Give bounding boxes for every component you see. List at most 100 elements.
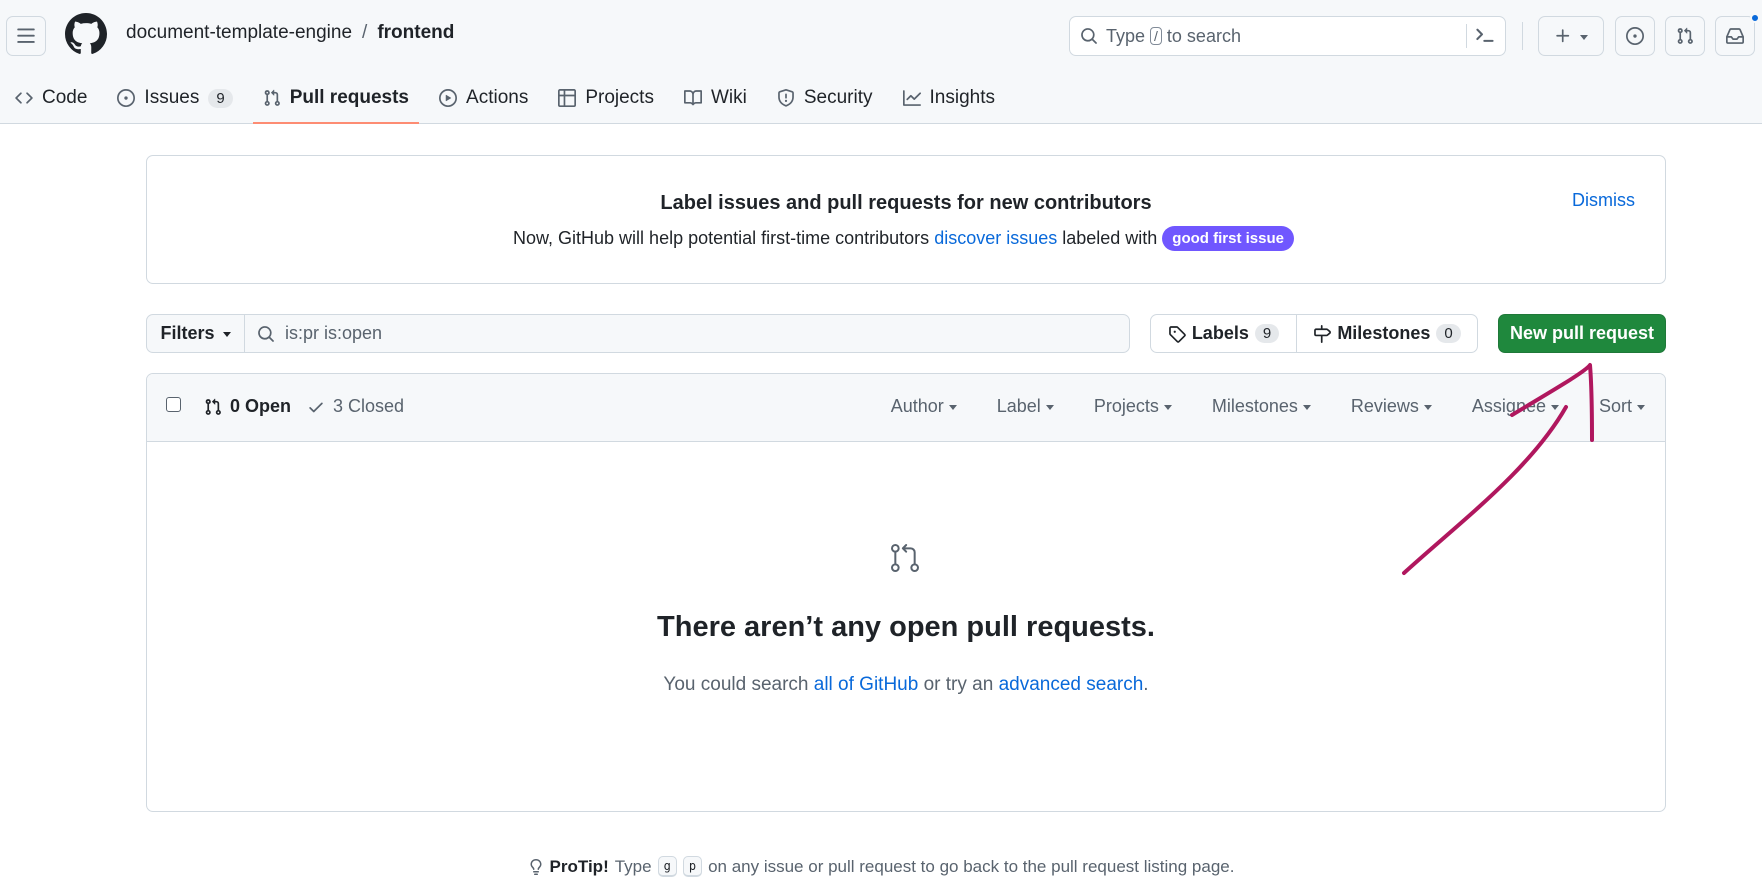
open-filter-link[interactable]: 0 Open: [204, 396, 291, 417]
tab-issues[interactable]: Issues 9: [107, 76, 242, 120]
shield-icon: [777, 89, 794, 107]
dismiss-button[interactable]: Dismiss: [1572, 190, 1635, 211]
tab-label: Pull requests: [289, 87, 410, 108]
light-bulb-icon: [530, 858, 542, 875]
pull-request-list: 0 Open 3 Closed Author Label Projects Mi…: [146, 373, 1666, 812]
issues-count-badge: 9: [208, 88, 233, 108]
milestones-count-badge: 0: [1436, 324, 1461, 343]
good-first-issue-label[interactable]: good first issue: [1162, 226, 1294, 251]
blank-text-middle: or try an: [923, 674, 994, 695]
search-icon: [258, 325, 274, 342]
chevron-down-icon: [948, 405, 957, 410]
search-divider: [1466, 24, 1467, 48]
repo-nav: Code Issues 9 Pull requests Actions Proj…: [0, 76, 1010, 124]
milestones-menu[interactable]: Milestones: [1212, 396, 1311, 417]
milestone-icon: [1314, 324, 1332, 343]
tab-label: Wiki: [710, 87, 747, 108]
tab-label: Security: [803, 87, 873, 108]
filters-label: Filters: [160, 323, 215, 343]
menu-label: Author: [890, 396, 944, 416]
search-placeholder-prefix: Type: [1106, 25, 1146, 46]
search-input[interactable]: Type / to search: [1069, 16, 1506, 56]
notification-indicator: [1750, 13, 1760, 23]
create-new-button[interactable]: [1538, 16, 1604, 56]
all-of-github-link[interactable]: all of GitHub: [814, 674, 919, 695]
tab-pull-requests[interactable]: Pull requests: [252, 76, 420, 124]
menu-label: Projects: [1093, 396, 1159, 416]
graph-icon: [902, 90, 921, 106]
issue-opened-icon: [1626, 27, 1644, 45]
tab-label: Issues: [144, 87, 200, 108]
filters-button[interactable]: Filters: [146, 314, 245, 353]
labels-count-badge: 9: [1254, 324, 1280, 343]
labels-button[interactable]: Labels 9: [1151, 315, 1297, 352]
new-contributors-banner: Label issues and pull requests for new c…: [146, 155, 1666, 284]
tab-insights[interactable]: Insights: [893, 76, 1005, 120]
protip-label: ProTip!: [549, 856, 609, 876]
shortcut-key-p: p: [682, 856, 703, 877]
menu-button[interactable]: [6, 16, 46, 56]
chevron-down-icon: [1550, 405, 1559, 410]
git-pull-request-icon: [205, 398, 221, 415]
tab-projects[interactable]: Projects: [548, 76, 664, 120]
tab-actions[interactable]: Actions: [429, 76, 538, 120]
tab-label: Projects: [585, 87, 654, 108]
play-icon: [439, 89, 458, 107]
open-count: 0 Open: [230, 396, 292, 416]
repo-name-link[interactable]: frontend: [377, 22, 454, 44]
inbox-button[interactable]: [1715, 16, 1755, 56]
banner-text-before: Now, GitHub will help potential first-ti…: [513, 228, 930, 248]
chevron-down-icon: [222, 332, 231, 337]
table-icon: [558, 89, 577, 107]
discover-issues-link[interactable]: discover issues: [934, 228, 1057, 249]
blank-text-after: .: [1143, 674, 1149, 695]
search-shortcut-key: /: [1150, 27, 1162, 45]
tab-code[interactable]: Code: [5, 76, 97, 120]
github-logo-icon[interactable]: [65, 13, 107, 55]
menu-label: Milestones: [1211, 396, 1298, 416]
labels-milestones-group: Labels 9 Milestones 0: [1150, 314, 1478, 353]
projects-menu[interactable]: Projects: [1094, 396, 1172, 417]
app-header: document-template-engine / frontend Type…: [0, 0, 1762, 124]
assignee-menu[interactable]: Assignee: [1472, 396, 1559, 417]
blankslate-title: There aren’t any open pull requests.: [657, 611, 1155, 643]
hamburger-icon: [17, 28, 35, 43]
command-palette-icon[interactable]: [1474, 24, 1498, 48]
issues-button[interactable]: [1615, 16, 1655, 56]
breadcrumb-separator: /: [362, 22, 368, 43]
tab-security[interactable]: Security: [767, 76, 883, 120]
blankslate-text: You could search all of GitHub or try an…: [147, 674, 1665, 696]
header-divider: [1522, 22, 1523, 50]
repo-owner-link[interactable]: document-template-engine: [126, 22, 352, 44]
label-menu[interactable]: Label: [997, 396, 1054, 417]
filter-menus: Author Label Projects Milestones Reviews…: [891, 396, 1645, 417]
plus-icon: [1556, 29, 1570, 43]
sort-menu[interactable]: Sort: [1599, 396, 1645, 417]
chevron-down-icon: [1637, 405, 1645, 410]
tab-wiki[interactable]: Wiki: [674, 76, 757, 120]
filter-search-input[interactable]: is:pr is:open: [244, 314, 1130, 353]
search-placeholder-suffix: to search: [1166, 25, 1241, 46]
closed-count: 3 Closed: [333, 396, 405, 416]
author-menu[interactable]: Author: [891, 396, 957, 417]
protip: ProTip! Type g p on any issue or pull re…: [0, 856, 1762, 877]
chevron-down-icon: [1423, 405, 1432, 410]
closed-filter-link[interactable]: 3 Closed: [307, 396, 404, 417]
check-icon: [309, 402, 323, 412]
pull-requests-button[interactable]: [1665, 16, 1705, 56]
banner-title: Label issues and pull requests for new c…: [660, 192, 1152, 214]
tab-label: Actions: [466, 87, 529, 108]
tag-icon: [1168, 325, 1186, 343]
select-all-checkbox[interactable]: [166, 397, 181, 412]
git-pull-request-icon: [1677, 27, 1693, 44]
advanced-search-link[interactable]: advanced search: [999, 674, 1144, 695]
issue-opened-icon: [117, 89, 136, 107]
milestones-button[interactable]: Milestones 0: [1297, 315, 1477, 352]
menu-label: Sort: [1598, 396, 1632, 416]
new-pull-request-button[interactable]: New pull request: [1498, 314, 1666, 353]
code-icon: [15, 92, 33, 104]
chevron-down-icon: [1580, 34, 1588, 40]
chevron-down-icon: [1045, 405, 1054, 410]
breadcrumb: document-template-engine / frontend: [126, 22, 454, 44]
reviews-menu[interactable]: Reviews: [1351, 396, 1432, 417]
